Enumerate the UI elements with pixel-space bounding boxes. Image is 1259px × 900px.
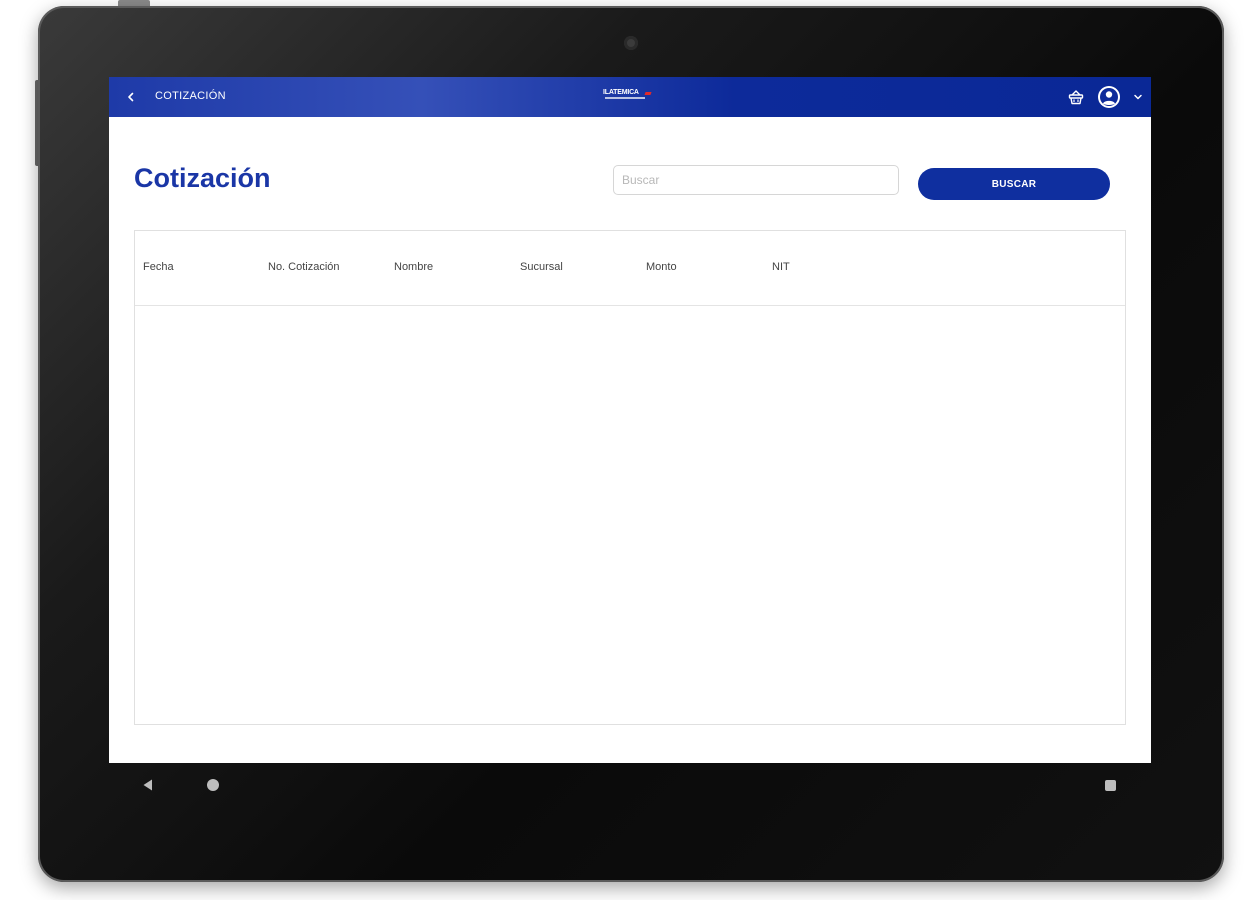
quotes-table: Fecha No. Cotización Nombre Sucursal Mon… [134,230,1126,725]
brand-logo: ILATEMICA [603,89,657,105]
chevron-left-icon[interactable] [121,87,141,107]
table-header-row: Fecha No. Cotización Nombre Sucursal Mon… [135,231,1125,306]
basket-icon[interactable] [1067,88,1085,106]
page-title: Cotización [134,163,271,193]
chevron-down-icon[interactable] [1132,90,1144,102]
account-circle-icon[interactable] [1097,85,1121,109]
column-header-nombre[interactable]: Nombre [394,261,433,273]
device-frame: COTIZACIÓN ILATEMICA Cotización Buscar B… [0,0,1259,900]
nav-recents-icon[interactable] [1105,780,1116,791]
app-screen: COTIZACIÓN ILATEMICA Cotización Buscar B… [109,77,1151,763]
app-bar: COTIZACIÓN ILATEMICA [109,77,1151,117]
app-bar-title: COTIZACIÓN [155,90,226,102]
column-header-monto[interactable]: Monto [646,261,677,273]
column-header-fecha[interactable]: Fecha [143,261,174,273]
front-camera [624,36,638,50]
column-header-sucursal[interactable]: Sucursal [520,261,563,273]
brand-logo-underline [605,97,645,99]
column-header-nit[interactable]: NIT [772,261,790,273]
nav-home-icon[interactable] [207,779,219,791]
search-input[interactable] [613,165,899,195]
back-arrow-glyph [128,92,134,102]
column-header-no-cotizacion[interactable]: No. Cotización [268,261,340,273]
search-button[interactable]: BUSCAR [918,168,1110,200]
brand-logo-text: ILATEMICA [603,89,639,96]
brand-logo-mark [644,92,652,95]
nav-back-icon[interactable] [141,778,155,792]
